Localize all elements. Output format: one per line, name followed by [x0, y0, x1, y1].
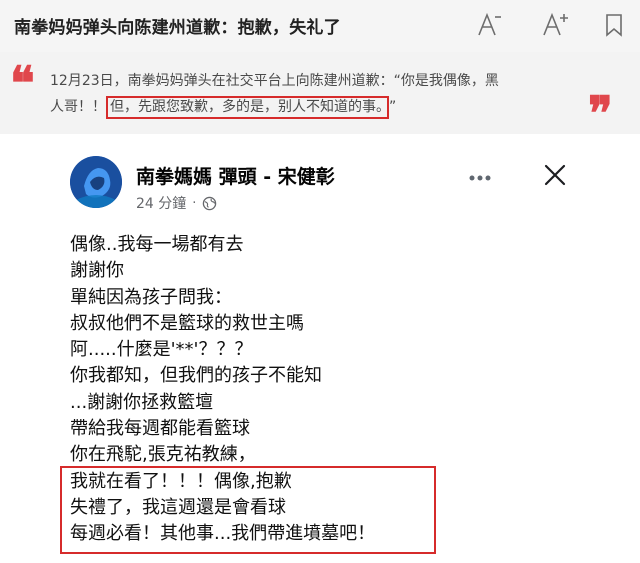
- post-line: 帶給我每週都能看籃球: [70, 418, 250, 440]
- article-title: 南拳妈妈弹头向陈建州道歉：抱歉，失礼了: [14, 18, 341, 38]
- meta-separator: ·: [192, 195, 197, 211]
- highlight-box: [60, 466, 436, 554]
- avatar[interactable]: [70, 156, 122, 208]
- more-options-icon[interactable]: [466, 164, 494, 192]
- font-size-decrease-icon[interactable]: [474, 8, 504, 42]
- open-quote-icon: ❝: [10, 56, 35, 110]
- quote-line-2-prefix: 人哥！！: [50, 99, 106, 115]
- author-name[interactable]: 南拳媽媽 彈頭 - 宋健彰: [136, 162, 335, 189]
- quote-line-1: 12月23日，南拳妈妈弹头在社交平台上向陈建州道歉：“你是我偶像，黑: [50, 73, 499, 89]
- globe-icon[interactable]: [202, 196, 217, 211]
- quote-line-2-suffix: ”: [389, 99, 397, 115]
- post-line: 單純因為孩子問我：: [70, 286, 232, 308]
- quote-block: ❝ ❞ 12月23日，南拳妈妈弹头在社交平台上向陈建州道歉：“你是我偶像，黑 人…: [0, 52, 640, 140]
- post-time[interactable]: 24 分鐘: [136, 193, 186, 213]
- post-line: 你我都知，但我們的孩子不能知: [70, 365, 322, 387]
- post-line: 你在飛駝,張克祐教練，: [70, 444, 256, 466]
- close-quote-icon: ❞: [588, 86, 613, 140]
- post-line: 叔叔他們不是籃球的救世主嗎: [70, 312, 304, 334]
- post-line: 偶像..我每一場都有去: [70, 234, 244, 255]
- post-line: 謝謝你: [70, 260, 124, 282]
- post-line: ...謝謝你拯救籃壇: [70, 391, 214, 413]
- bookmark-icon[interactable]: [602, 8, 626, 42]
- close-icon[interactable]: [540, 160, 570, 190]
- font-size-increase-icon[interactable]: [540, 8, 570, 42]
- quote-line-2: 人哥！！ 但，先跟您致歉，多的是，别人不知道的事。”: [50, 96, 397, 119]
- post-line: 阿.....什麼是'**'？？？: [70, 339, 253, 361]
- quote-highlight: 但，先跟您致歉，多的是，别人不知道的事。: [106, 96, 389, 119]
- post-meta: 24 分鐘 ·: [136, 193, 217, 213]
- article-header: 南拳妈妈弹头向陈建州道歉：抱歉，失礼了: [0, 0, 640, 53]
